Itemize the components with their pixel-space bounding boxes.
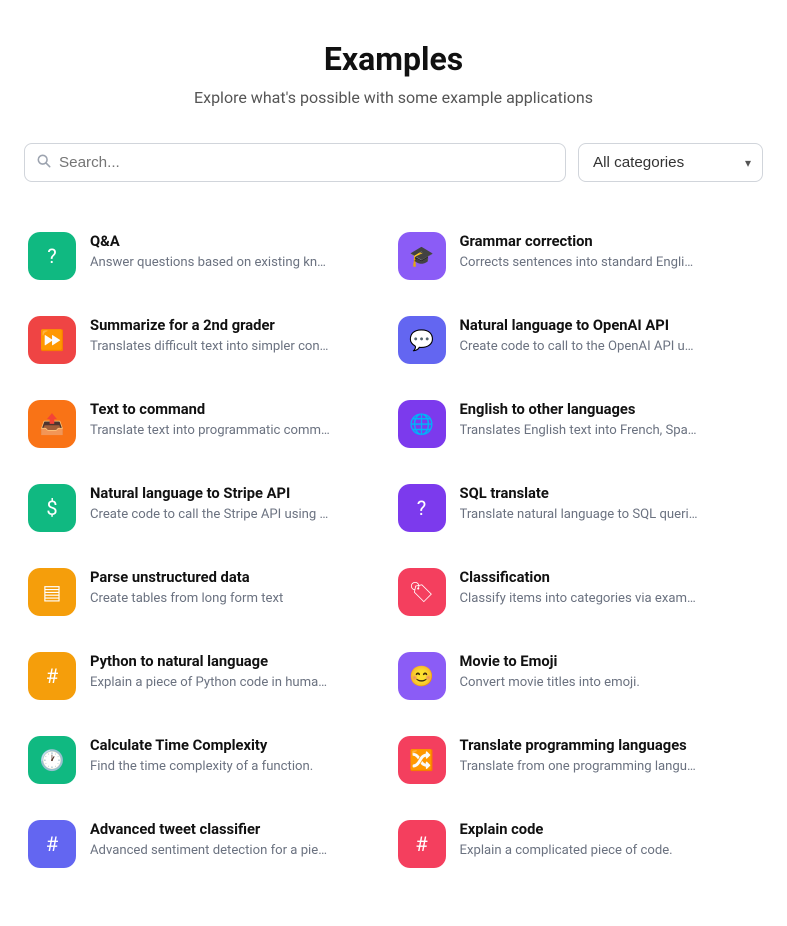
example-item-natural-language-stripe[interactable]: $ Natural language to Stripe API Create … [24,466,394,550]
example-item-python-to-natural-language[interactable]: # Python to natural language Explain a p… [24,634,394,718]
example-title-translate-programming-languages: Translate programming languages [460,736,700,754]
example-desc-explain-code: Explain a complicated piece of code. [460,842,673,860]
example-item-summarize-2nd-grader[interactable]: ⏩ Summarize for a 2nd grader Translates … [24,298,394,382]
example-icon-explain-code: # [398,820,446,868]
example-title-movie-to-emoji: Movie to Emoji [460,652,640,670]
example-icon-grammar-correction: 🎓 [398,232,446,280]
page-subtitle: Explore what's possible with some exampl… [24,88,763,107]
example-title-grammar-correction: Grammar correction [460,232,700,250]
search-icon [37,154,51,172]
page-title: Examples [24,40,763,78]
example-item-sql-translate[interactable]: ? SQL translate Translate natural langua… [394,466,764,550]
example-icon-natural-language-openai: 💬 [398,316,446,364]
example-icon-parse-unstructured-data: ▤ [28,568,76,616]
example-item-classification[interactable]: 🏷 Classification Classify items into cat… [394,550,764,634]
example-title-parse-unstructured-data: Parse unstructured data [90,568,283,586]
example-item-translate-programming-languages[interactable]: 🔀 Translate programming languages Transl… [394,718,764,802]
example-desc-advanced-tweet-classifier: Advanced sentiment detection for a piece… [90,842,330,860]
example-title-english-to-other-languages: English to other languages [460,400,700,418]
example-item-advanced-tweet-classifier[interactable]: # Advanced tweet classifier Advanced sen… [24,802,394,886]
example-icon-text-to-command: 📤 [28,400,76,448]
example-desc-natural-language-openai: Create code to call to the OpenAI API us… [460,338,700,356]
category-select-wrapper: All categories Translate Code Data Class… [578,143,763,182]
example-title-natural-language-openai: Natural language to OpenAI API [460,316,700,334]
example-desc-calculate-time-complexity: Find the time complexity of a function. [90,758,313,776]
example-icon-english-to-other-languages: 🌐 [398,400,446,448]
example-desc-translate-programming-languages: Translate from one programming language … [460,758,700,776]
example-item-calculate-time-complexity[interactable]: 🕐 Calculate Time Complexity Find the tim… [24,718,394,802]
example-title-calculate-time-complexity: Calculate Time Complexity [90,736,313,754]
example-icon-calculate-time-complexity: 🕐 [28,736,76,784]
example-title-explain-code: Explain code [460,820,673,838]
example-icon-sql-translate: ? [398,484,446,532]
search-wrapper [24,143,566,182]
search-input[interactable] [59,144,553,181]
example-desc-qa: Answer questions based on existing knowl… [90,254,330,272]
example-title-python-to-natural-language: Python to natural language [90,652,330,670]
search-filter-row: All categories Translate Code Data Class… [24,143,763,182]
example-title-text-to-command: Text to command [90,400,330,418]
example-desc-english-to-other-languages: Translates English text into French, Spa… [460,422,700,440]
example-title-summarize-2nd-grader: Summarize for a 2nd grader [90,316,330,334]
examples-grid: ? Q&A Answer questions based on existing… [24,214,763,886]
example-desc-classification: Classify items into categories via examp… [460,590,700,608]
example-desc-grammar-correction: Corrects sentences into standard English… [460,254,700,272]
example-item-grammar-correction[interactable]: 🎓 Grammar correction Corrects sentences … [394,214,764,298]
example-desc-python-to-natural-language: Explain a piece of Python code in human … [90,674,330,692]
example-title-sql-translate: SQL translate [460,484,700,502]
example-desc-sql-translate: Translate natural language to SQL querie… [460,506,700,524]
example-title-natural-language-stripe: Natural language to Stripe API [90,484,330,502]
example-item-explain-code[interactable]: # Explain code Explain a complicated pie… [394,802,764,886]
example-desc-summarize-2nd-grader: Translates difficult text into simpler c… [90,338,330,356]
example-icon-summarize-2nd-grader: ⏩ [28,316,76,364]
example-item-natural-language-openai[interactable]: 💬 Natural language to OpenAI API Create … [394,298,764,382]
example-item-qa[interactable]: ? Q&A Answer questions based on existing… [24,214,394,298]
example-item-parse-unstructured-data[interactable]: ▤ Parse unstructured data Create tables … [24,550,394,634]
example-title-advanced-tweet-classifier: Advanced tweet classifier [90,820,330,838]
example-desc-natural-language-stripe: Create code to call the Stripe API using… [90,506,330,524]
example-icon-natural-language-stripe: $ [28,484,76,532]
example-icon-translate-programming-languages: 🔀 [398,736,446,784]
example-icon-movie-to-emoji: 😊 [398,652,446,700]
category-select[interactable]: All categories Translate Code Data Class… [578,143,763,182]
example-icon-python-to-natural-language: # [28,652,76,700]
example-item-text-to-command[interactable]: 📤 Text to command Translate text into pr… [24,382,394,466]
example-item-movie-to-emoji[interactable]: 😊 Movie to Emoji Convert movie titles in… [394,634,764,718]
example-icon-classification: 🏷 [398,568,446,616]
example-title-qa: Q&A [90,232,330,250]
example-icon-advanced-tweet-classifier: # [28,820,76,868]
example-desc-text-to-command: Translate text into programmatic command… [90,422,330,440]
example-icon-qa: ? [28,232,76,280]
example-desc-parse-unstructured-data: Create tables from long form text [90,590,283,608]
example-item-english-to-other-languages[interactable]: 🌐 English to other languages Translates … [394,382,764,466]
example-title-classification: Classification [460,568,700,586]
example-desc-movie-to-emoji: Convert movie titles into emoji. [460,674,640,692]
